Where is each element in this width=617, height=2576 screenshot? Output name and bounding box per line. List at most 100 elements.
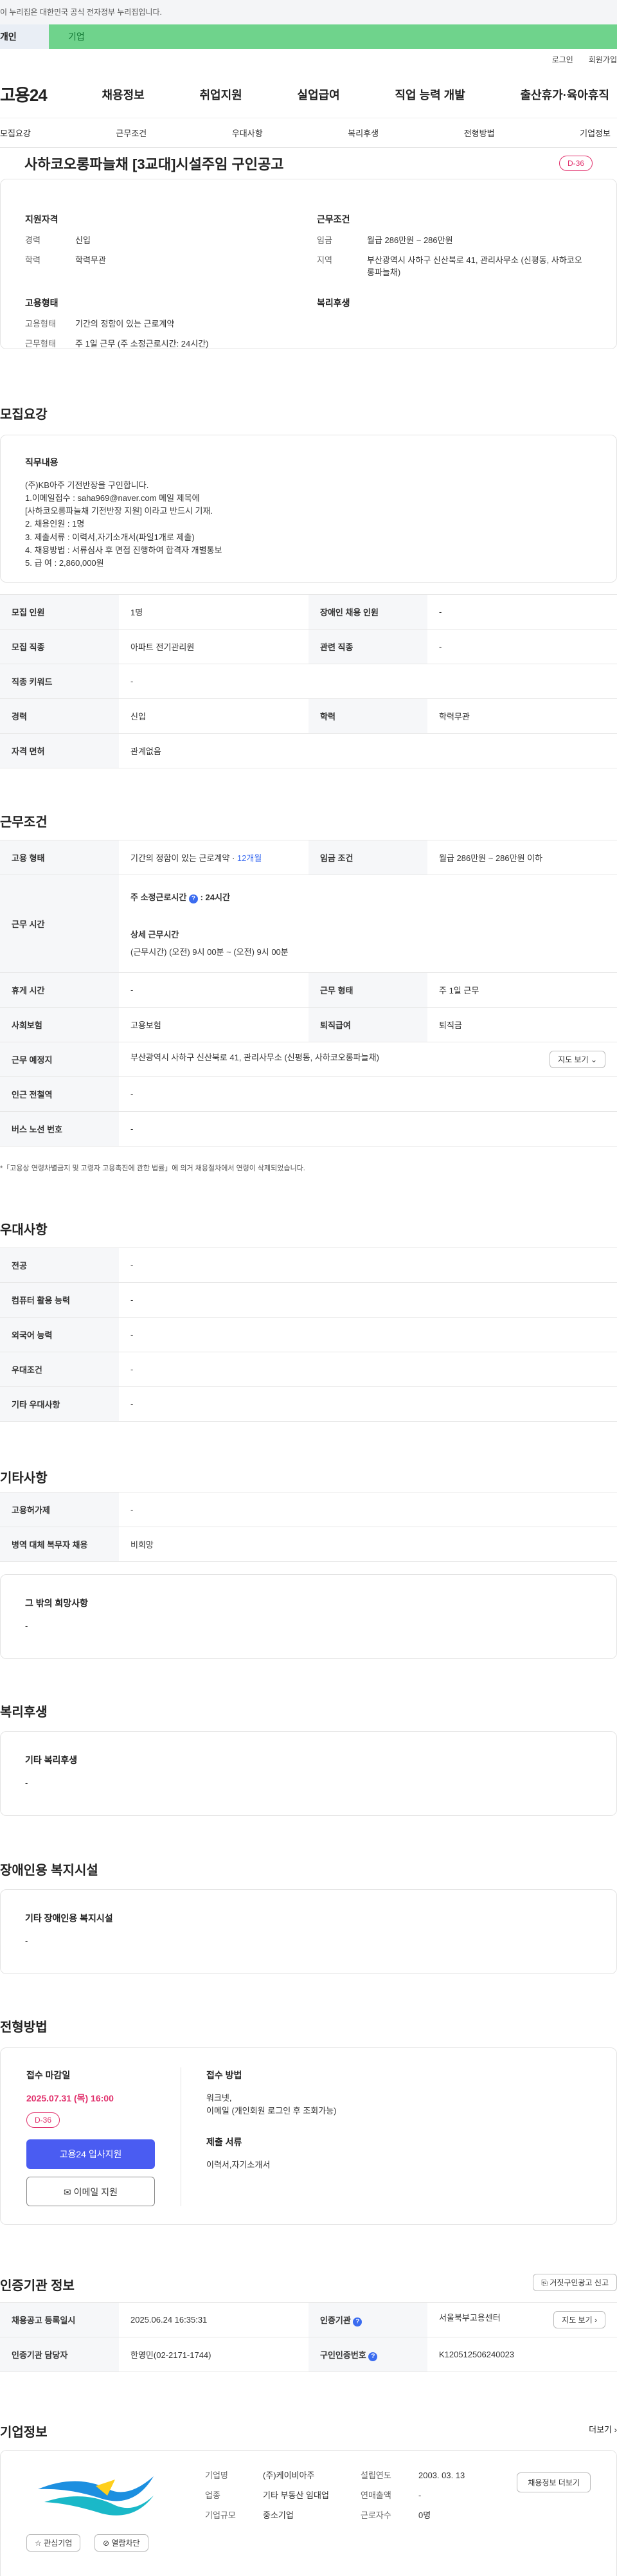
dday-badge: D-36 xyxy=(559,156,593,171)
agency-label: 인증기관 xyxy=(320,2315,351,2325)
dday-badge: D-36 xyxy=(26,2112,60,2128)
tab-personal[interactable]: 개인 xyxy=(0,24,49,49)
tab-company-info[interactable]: 기업정보 xyxy=(580,127,611,139)
cell-header: 근무 예정지 xyxy=(0,1042,119,1077)
work-type-label: 근무형태 xyxy=(25,338,56,349)
block-button[interactable]: ⊘ 열람차단 xyxy=(94,2534,148,2552)
other-section-title: 기타사항 xyxy=(0,1471,48,1485)
duty-title: 직무내용 xyxy=(25,457,58,467)
table-row: 우대조건 - xyxy=(0,1352,617,1387)
other-table: 고용허가제 - 병역 대체 복무자 채용 비희망 xyxy=(0,1492,617,1562)
chevron-right-icon: › xyxy=(614,2425,617,2435)
top-tabs: 개인 기업 xyxy=(0,24,617,49)
company-jobs-button[interactable]: 채용정보 더보기 xyxy=(517,2472,591,2492)
company-more-link[interactable]: 더보기 › xyxy=(589,2423,617,2435)
emp-type-value: 기간의 정함이 있는 근로계약 xyxy=(75,319,175,329)
chevron-down-icon: ⌄ xyxy=(590,1055,597,1064)
cell-header: 구인인증번호 ? xyxy=(308,2337,427,2372)
cell-header: 사회보험 xyxy=(0,1007,119,1042)
cell-header: 장애인 채용 인원 xyxy=(308,594,427,630)
nav-jobs[interactable]: 채용정보 xyxy=(102,86,144,103)
tab-conditions[interactable]: 근무조건 xyxy=(116,127,147,139)
recruit-section-title: 모집요강 xyxy=(0,408,48,422)
table-row: 근무 시간 주 소정근로시간 ? : 24시간 상세 근무시간 (근무시간) (… xyxy=(0,875,617,973)
duty-box: 직무내용 (주)KB아주 기전반장을 구인합니다. 1.이메일접수 : saha… xyxy=(0,435,617,583)
company-name-label: 기업명 xyxy=(205,2471,228,2480)
report-button-label: 거짓구인광고 신고 xyxy=(550,2278,609,2287)
tab-preferences[interactable]: 우대사항 xyxy=(232,127,263,139)
company-info-right: 설립연도 2003. 03. 13 연매출액 - 근로자수 0명 xyxy=(361,2470,502,2530)
table-row: 고용 형태 기간의 정함이 있는 근로계약 · 12개월 임금 조건 월급 28… xyxy=(0,840,617,875)
tab-welfare[interactable]: 복리후생 xyxy=(348,127,379,139)
tab-company[interactable]: 기업 xyxy=(49,24,617,49)
cell-value: - xyxy=(119,1317,617,1352)
help-icon[interactable]: ? xyxy=(188,894,198,903)
agency-map-button[interactable]: 지도 보기 › xyxy=(553,2311,605,2328)
cell-header: 직종 키워드 xyxy=(0,664,119,699)
job-title: 사하코오롱파늘채 [3교대]시설주임 구인공고 xyxy=(24,156,284,172)
cert-number-label: 구인인증번호 xyxy=(320,2350,366,2360)
cell-value: 월급 286만원 ~ 286만원 이하 xyxy=(427,840,617,875)
cell-header: 버스 노선 번호 xyxy=(0,1111,119,1147)
career-label: 경력 xyxy=(25,235,40,245)
tab-process[interactable]: 전형방법 xyxy=(464,127,495,139)
table-row: 자격 면허 관계없음 xyxy=(0,733,617,768)
method-title: 접수 방법 xyxy=(206,2070,242,2080)
age-note: *「고용상 연령차별금지 및 고령자 고용촉진에 관한 법률」에 의거 채용절차… xyxy=(0,1165,305,1172)
cell-header: 기타 우대사항 xyxy=(0,1386,119,1422)
nav-employment-support[interactable]: 취업지원 xyxy=(199,86,242,103)
table-row: 인증기관 담당자 한영민(02-2171-1744) 구인인증번호 ? K120… xyxy=(0,2337,617,2372)
cell-header: 퇴직급여 xyxy=(308,1007,427,1042)
cell-value: 주 소정근로시간 ? : 24시간 상세 근무시간 (근무시간) (오전) 9시… xyxy=(119,875,617,973)
login-link[interactable]: 로그인 xyxy=(552,49,573,71)
process-section-title: 전형방법 xyxy=(0,2020,48,2035)
table-row: 인근 전철역 - xyxy=(0,1076,617,1112)
help-icon[interactable]: ? xyxy=(368,2352,378,2361)
conditions-section-title: 근무조건 xyxy=(0,815,48,830)
email-apply-button[interactable]: ✉ 이메일 지원 xyxy=(26,2177,155,2206)
interest-button[interactable]: ☆ 관심기업 xyxy=(26,2534,81,2552)
docs-text: 이력서,자기소개서 xyxy=(206,2160,271,2170)
cell-value: - xyxy=(119,1492,617,1527)
disability-box-value: - xyxy=(25,1936,28,1946)
cell-value: - xyxy=(119,1386,617,1422)
cell-header: 임금 조건 xyxy=(308,840,427,875)
wish-value: - xyxy=(25,1621,28,1631)
site-logo[interactable]: 고용24 xyxy=(0,82,48,106)
revenue-value: - xyxy=(418,2490,422,2500)
summary-conditions: 근무조건 임금 월급 286만원 ~ 286만원 지역 부산광역시 사하구 신산북로… xyxy=(317,213,587,287)
cell-header: 인증기관 ? xyxy=(308,2302,427,2337)
cell-header: 모집 인원 xyxy=(0,594,119,630)
welfare-box: 기타 복리후생 - xyxy=(0,1731,617,1816)
section-tabs: 모집요강 근무조건 우대사항 복리후생 전형방법 기업정보 xyxy=(0,118,617,148)
nav-unemployment-benefit[interactable]: 실업급여 xyxy=(297,86,339,103)
company-more-label: 더보기 xyxy=(589,2425,613,2435)
tab-recruit[interactable]: 모집요강 xyxy=(0,127,31,139)
table-row: 버스 노선 번호 - xyxy=(0,1111,617,1147)
edu-value: 학력무관 xyxy=(75,255,106,265)
weekly-hours-label: 주 소정근로시간 xyxy=(130,892,187,902)
weekly-hours-value: : 24시간 xyxy=(200,892,230,902)
region-label: 지역 xyxy=(317,255,332,265)
company-logo xyxy=(38,2476,154,2516)
table-row: 외국어 능력 - xyxy=(0,1317,617,1352)
cell-value: 서울북부고용센터 지도 보기 › xyxy=(427,2302,617,2337)
cert-table: 채용공고 등록일시 2025.06.24 16:35:31 인증기관 ? 서울북… xyxy=(0,2302,617,2372)
apply-button[interactable]: 고용24 입사지원 xyxy=(26,2139,155,2169)
cell-value: - xyxy=(119,664,617,699)
table-row: 채용공고 등록일시 2025.06.24 16:35:31 인증기관 ? 서울북… xyxy=(0,2302,617,2337)
block-icon: ⊘ xyxy=(103,2539,110,2548)
help-icon[interactable]: ? xyxy=(353,2317,362,2327)
welfare-section-title: 복리후생 xyxy=(0,1705,48,1719)
map-button[interactable]: 지도 보기 ⌄ xyxy=(550,1051,605,1068)
cell-header: 근무 형태 xyxy=(308,972,427,1008)
wish-box: 그 밖의 희망사항 - xyxy=(0,1574,617,1659)
docs-title: 제출 서류 xyxy=(206,2137,242,2148)
nav-parental-leave[interactable]: 출산휴가·육아휴직 xyxy=(520,86,609,103)
report-button[interactable]: ⎘ 거짓구인광고 신고 xyxy=(533,2274,617,2291)
signup-link[interactable]: 회원가입 xyxy=(589,49,617,71)
nav-training[interactable]: 직업 능력 개발 xyxy=(395,86,465,103)
cond-title: 근무조건 xyxy=(317,214,350,224)
welfare-title: 복리후생 xyxy=(317,298,350,308)
disability-box: 기타 장애인용 복지시설 - xyxy=(0,1889,617,1974)
